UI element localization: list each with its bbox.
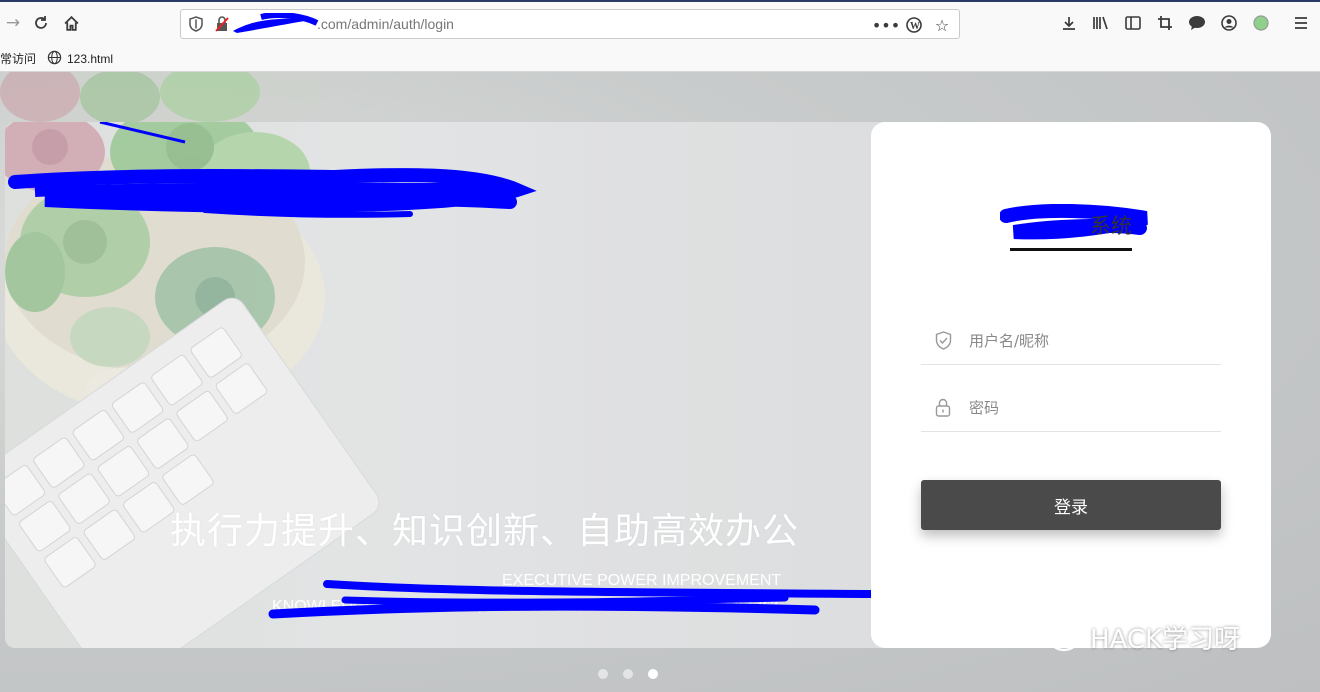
page-actions-icon[interactable]: ••• xyxy=(872,14,900,36)
bookmark-star-icon[interactable]: ☆ xyxy=(931,14,953,36)
extension-status-icon[interactable] xyxy=(1248,10,1274,36)
downloads-icon[interactable] xyxy=(1056,10,1082,36)
menu-hamburger-icon[interactable] xyxy=(1288,10,1314,36)
hero-banner: 执行力提升、知识创新、自助高效办公 EXECUTIVE POWER IMPROV… xyxy=(5,122,895,648)
succulent-keyboard-photo xyxy=(5,122,895,648)
slogan-english-line1: EXECUTIVE POWER IMPROVEMENT xyxy=(502,572,782,589)
url-text[interactable]: .com/admin/auth/login xyxy=(317,16,454,32)
login-button[interactable]: 登录 xyxy=(921,480,1221,530)
bookmarks-bar: 常访问 123.html xyxy=(0,44,1320,72)
insecure-lock-icon[interactable] xyxy=(215,16,229,36)
slogan-english-line2: KNOWLEDGE INNOVATION,SELF-SERVICE AND EF… xyxy=(272,598,785,615)
url-redaction-scribble xyxy=(233,13,319,33)
library-icon[interactable] xyxy=(1088,10,1114,36)
slogan-chinese: 执行力提升、知识创新、自助高效办公 xyxy=(170,511,800,552)
bookmark-123-html[interactable]: 123.html xyxy=(47,50,113,68)
wordpress-icon[interactable]: W xyxy=(903,14,925,36)
wechat-icon xyxy=(1030,614,1082,661)
username-field[interactable] xyxy=(921,318,1221,365)
screenshot-crop-icon[interactable] xyxy=(1152,10,1178,36)
home-icon[interactable] xyxy=(58,10,84,36)
carousel-indicators xyxy=(598,669,658,679)
tracking-shield-icon[interactable] xyxy=(189,16,203,36)
login-page: 执行力提升、知识创新、自助高效办公 EXECUTIVE POWER IMPROV… xyxy=(0,72,1320,692)
svg-text:W: W xyxy=(910,21,920,32)
sidebar-icon[interactable] xyxy=(1120,10,1146,36)
password-input[interactable] xyxy=(967,395,1211,421)
browser-toolbar: → .com/admin/auth/login ••• W ☆ xyxy=(0,0,1320,44)
watermark: HACK学习呀 xyxy=(1030,614,1240,661)
carousel-dot-2[interactable] xyxy=(623,669,633,679)
globe-icon xyxy=(47,50,62,68)
padlock-icon xyxy=(935,398,951,421)
carousel-dot-3[interactable] xyxy=(648,669,658,679)
bookmark-most-visited[interactable]: 常访问 xyxy=(0,50,36,67)
system-title-text: 系统 xyxy=(1090,214,1132,238)
bookmark-label: 常访问 xyxy=(0,52,37,66)
forward-arrow-icon[interactable]: → xyxy=(0,10,26,36)
chat-bubble-icon[interactable] xyxy=(1184,10,1210,36)
login-card: 系统 登录 xyxy=(871,122,1271,648)
watermark-text: HACK学习呀 xyxy=(1090,625,1241,655)
carousel-dot-1[interactable] xyxy=(598,669,608,679)
reload-icon[interactable] xyxy=(28,10,54,36)
system-title: 系统 xyxy=(871,204,1271,251)
account-icon[interactable] xyxy=(1216,10,1242,36)
url-bar[interactable]: .com/admin/auth/login ••• W ☆ xyxy=(180,9,960,39)
username-input[interactable] xyxy=(967,328,1211,354)
shield-check-icon xyxy=(935,331,952,354)
password-field[interactable] xyxy=(921,385,1221,432)
bookmark-label: 123.html xyxy=(67,52,114,66)
